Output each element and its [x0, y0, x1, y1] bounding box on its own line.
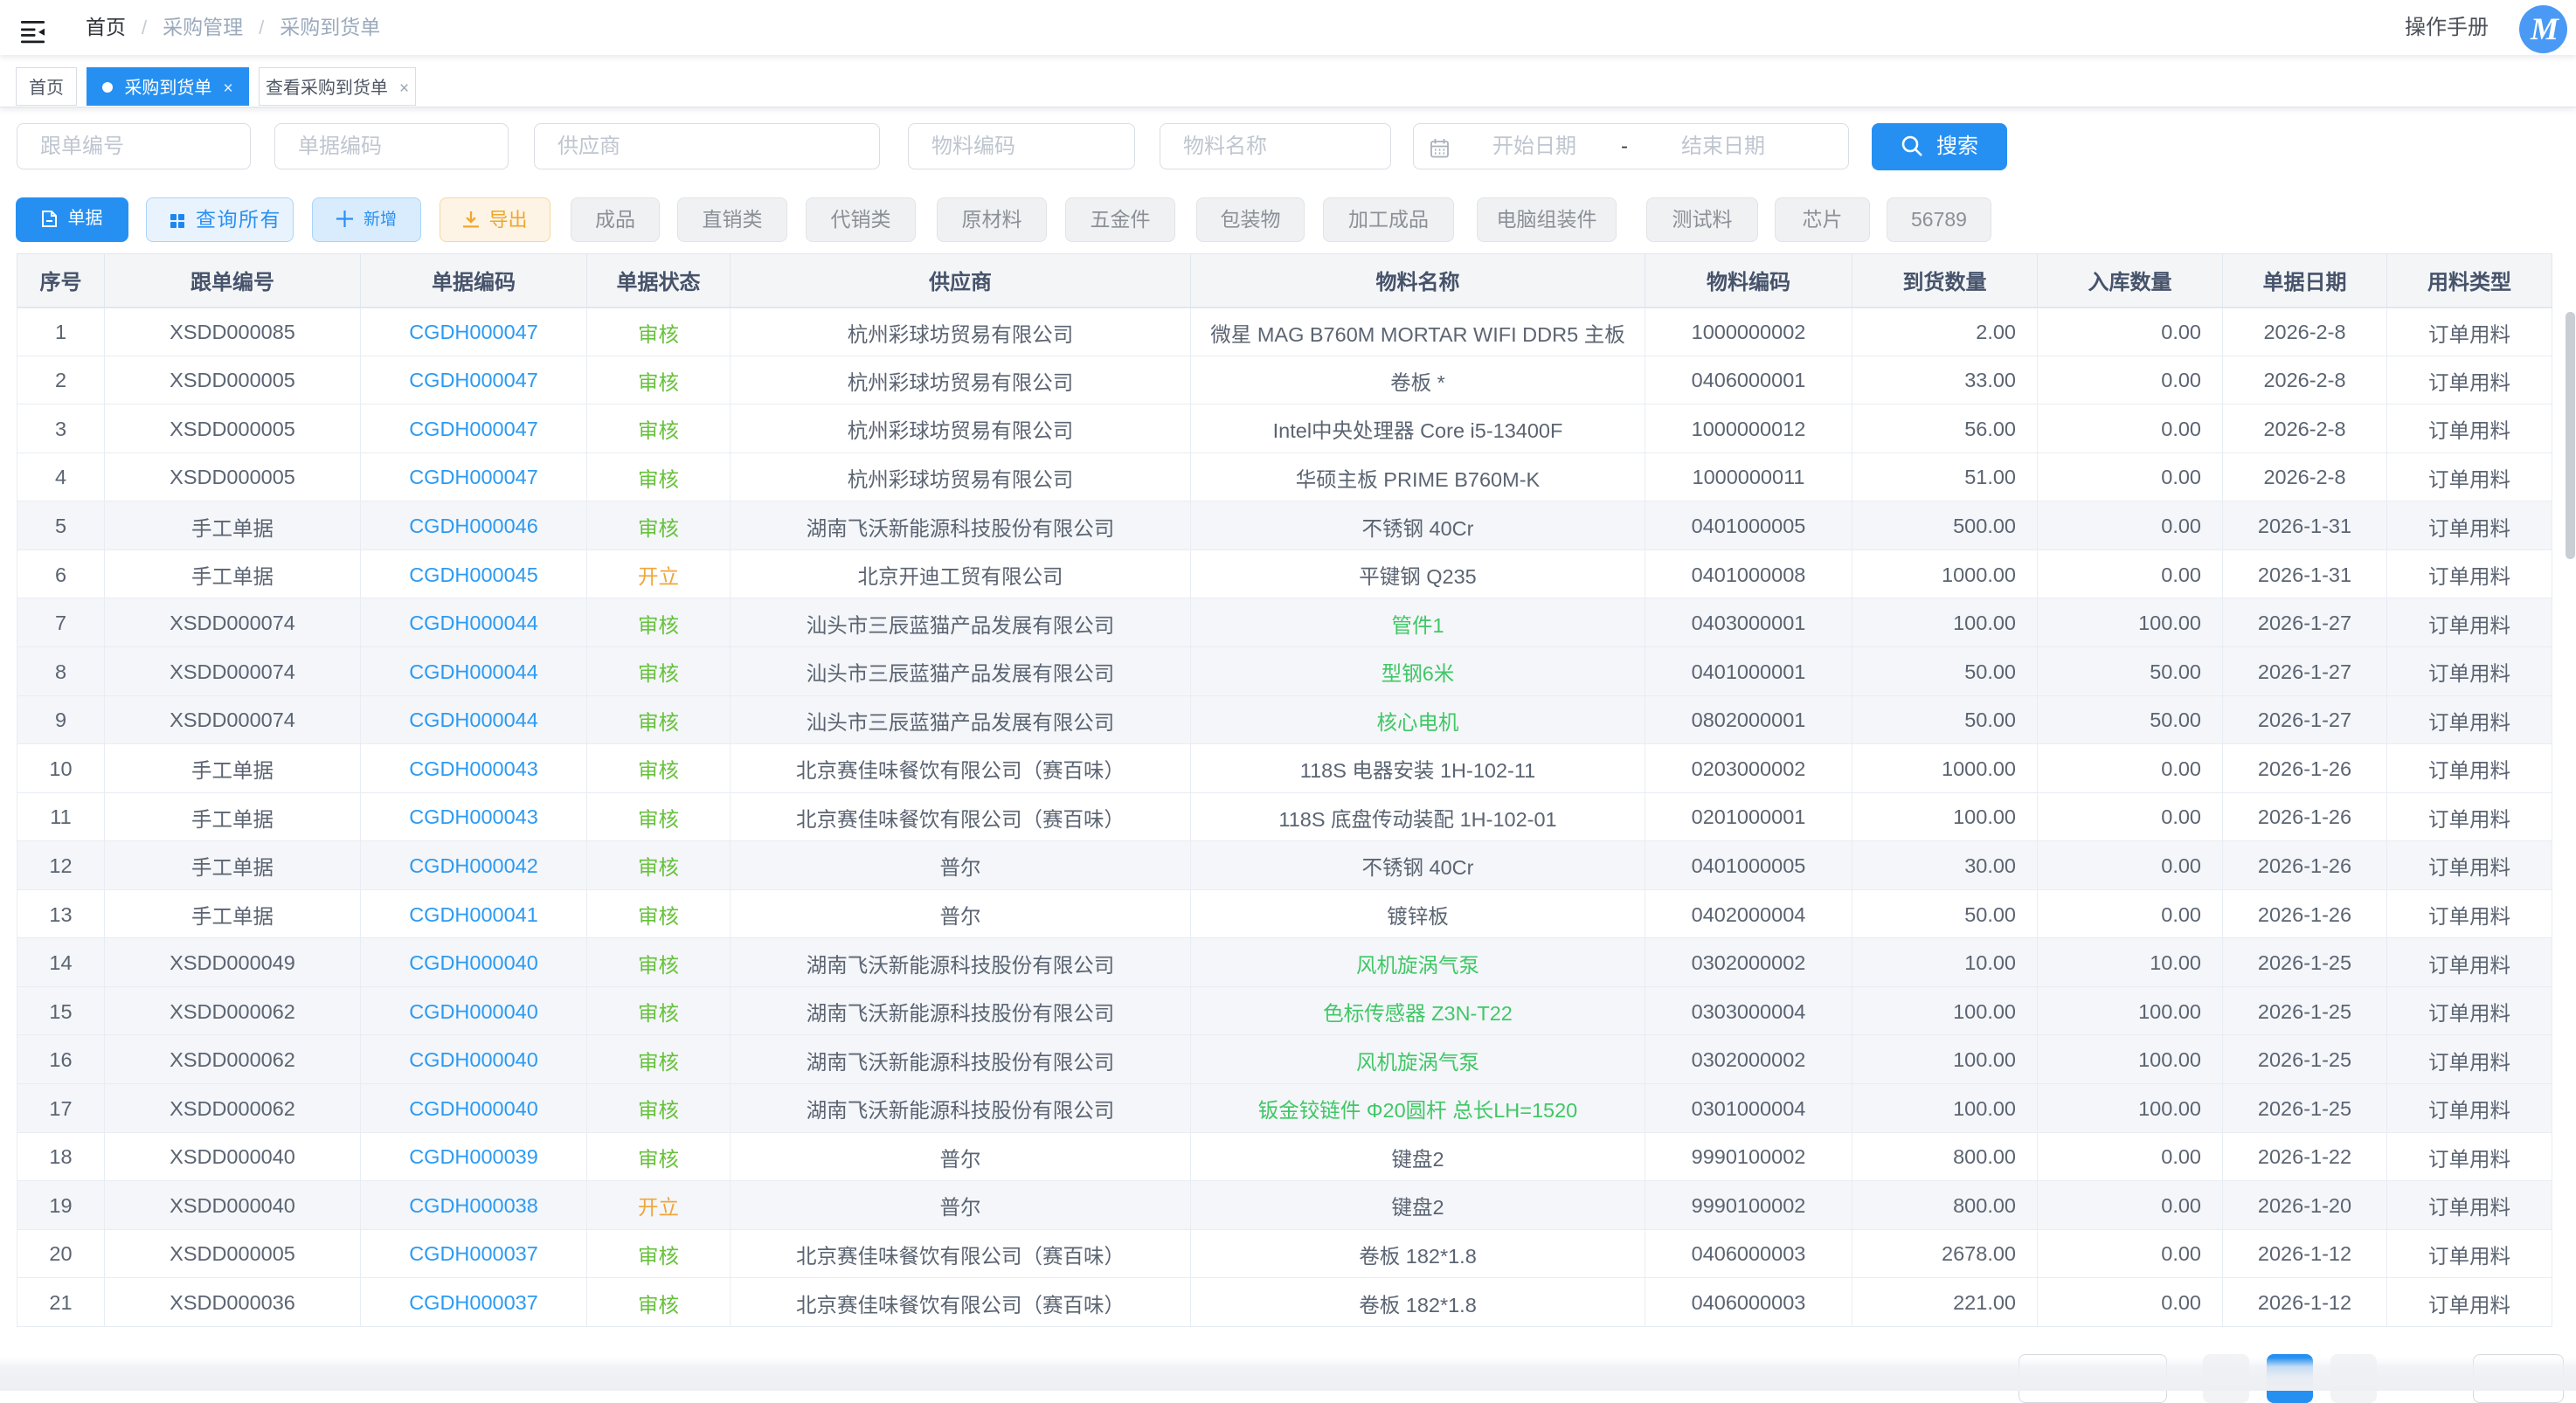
svg-text:M: M: [2530, 11, 2560, 46]
